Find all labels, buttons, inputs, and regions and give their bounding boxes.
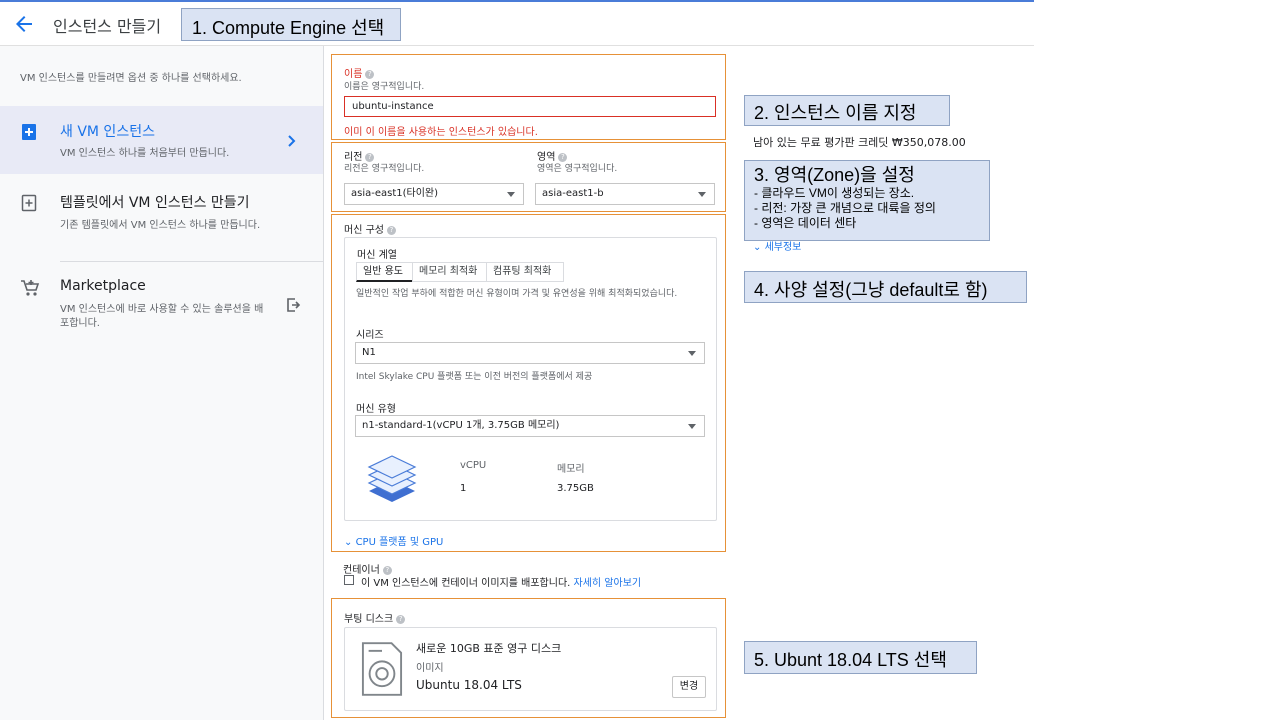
machine-type-value: n1-standard-1(vCPU 1개, 3.75GB 메모리)	[362, 420, 560, 431]
callout-spec: 4. 사양 설정(그냥 default로 함)	[744, 271, 1027, 303]
callout-3-line: - 영역은 데이터 센타	[754, 216, 857, 230]
callout-4-text: 4. 사양 설정(그냥 default로 함)	[754, 280, 988, 300]
dropdown-caret-icon	[698, 192, 706, 197]
chevron-down-icon: ⌄	[753, 242, 765, 253]
machine-card: 머신 계열 일반 용도 메모리 최적화 컴퓨팅 최적화 일반적인 작업 부하에 …	[344, 237, 717, 521]
chevron-right-icon	[288, 135, 296, 147]
sidebar-item-label: 템플릿에서 VM 인스턴스 만들기	[60, 195, 250, 211]
machine-family-tabs: 일반 용도 메모리 최적화 컴퓨팅 최적화	[356, 262, 566, 282]
callout-5-text: 5. Ubunt 18.04 LTS 선택	[754, 650, 947, 670]
chevron-down-icon: ⌄	[344, 537, 356, 548]
exit-icon	[287, 298, 301, 312]
disk-icon	[361, 642, 403, 696]
callout-2-text: 2. 인스턴스 이름 지정	[754, 103, 917, 123]
sidebar-item-new-vm[interactable]: 새 VM 인스턴스 VM 인스턴스 하나를 처음부터 만듭니다.	[0, 106, 323, 174]
sidebar-divider	[60, 261, 323, 262]
callout-1-text: 1. Compute Engine 선택	[192, 18, 385, 38]
series-select[interactable]: N1	[355, 342, 705, 364]
callout-ubuntu: 5. Ubunt 18.04 LTS 선택	[744, 641, 977, 674]
tab-general-purpose[interactable]: 일반 용도	[356, 262, 413, 282]
series-label: 시리즈	[356, 330, 384, 341]
image-value: Ubuntu 18.04 LTS	[416, 678, 522, 692]
vcpu-value: 1	[460, 483, 467, 494]
region-note: 리전은 영구적입니다.	[344, 164, 425, 174]
machine-type-select[interactable]: n1-standard-1(vCPU 1개, 3.75GB 메모리)	[355, 415, 705, 437]
help-icon[interactable]: ?	[396, 614, 406, 624]
help-icon[interactable]: ?	[365, 69, 375, 79]
sidebar-item-label: Marketplace	[60, 278, 146, 294]
tab-compute-optimized[interactable]: 컴퓨팅 최적화	[486, 262, 564, 282]
sidebar-item-desc: VM 인스턴스 하나를 처음부터 만듭니다.	[60, 148, 230, 159]
boot-disk-label: 부팅 디스크	[344, 614, 394, 625]
callout-compute-engine: 1. Compute Engine 선택	[181, 8, 401, 41]
memory-value: 3.75GB	[557, 483, 594, 494]
name-input[interactable]: ubuntu-instance	[344, 96, 716, 117]
boot-disk-section: 부팅 디스크? 새로운 10GB 표준 영구 디스크 이미지 Ubuntu 18…	[331, 598, 726, 718]
top-bar: 인스턴스 만들기	[0, 0, 1034, 46]
machine-title: 머신 구성	[344, 225, 384, 236]
details-link[interactable]: ⌄ 세부정보	[753, 238, 801, 253]
change-button-label: 변경	[679, 681, 699, 692]
sidebar: VM 인스턴스를 만들려면 옵션 중 하나를 선택하세요. 새 VM 인스턴스 …	[0, 46, 324, 720]
help-icon[interactable]: ?	[386, 225, 396, 235]
container-checkbox-label: 이 VM 인스턴스에 컨테이너 이미지를 배포합니다.	[361, 578, 571, 589]
boot-disk-title: 새로운 10GB 표준 영구 디스크	[416, 642, 562, 655]
series-value: N1	[362, 347, 376, 358]
machine-title-row: 머신 구성?	[344, 221, 396, 236]
zone-select[interactable]: asia-east1-b	[535, 183, 715, 205]
layers-icon	[367, 455, 417, 502]
back-arrow-icon[interactable]	[12, 12, 36, 36]
memory-header: 메모리	[557, 464, 585, 475]
sidebar-item-desc: 기존 템플릿에서 VM 인스턴스 하나를 만듭니다.	[60, 220, 261, 231]
template-add-icon	[21, 194, 37, 212]
boot-disk-card: 새로운 10GB 표준 영구 디스크 이미지 Ubuntu 18.04 LTS …	[344, 627, 717, 711]
region-select[interactable]: asia-east1(타이완)	[344, 183, 524, 205]
series-desc: Intel Skylake CPU 플랫폼 또는 이전 버전의 플랫폼에서 제공	[356, 372, 593, 382]
sidebar-item-desc: VM 인스턴스에 바로 사용할 수 있는 솔루션을 배포합니다.	[60, 304, 264, 329]
callout-instance-name: 2. 인스턴스 이름 지정	[744, 95, 950, 126]
free-credit-text: 남아 있는 무료 평가판 크레딧 ₩350,078.00	[753, 136, 966, 149]
callout-zone: 3. 영역(Zone)을 설정 - 클라우드 VM이 생성되는 장소. - 리전…	[744, 160, 990, 241]
image-label: 이미지	[416, 663, 444, 674]
callout-3-title: 3. 영역(Zone)을 설정	[754, 165, 915, 185]
cpu-gpu-link-label: CPU 플랫폼 및 GPU	[355, 537, 444, 548]
callout-3-line: - 클라우드 VM이 생성되는 장소.	[754, 186, 915, 200]
learn-more-link[interactable]: 자세히 알아보기	[574, 578, 642, 589]
region-value: asia-east1(타이완)	[351, 188, 439, 199]
vcpu-header: vCPU	[460, 460, 487, 471]
machine-family-desc: 일반적인 작업 부하에 적합한 머신 유형이며 가격 및 유연성을 위해 최적화…	[356, 289, 678, 299]
machine-type-label: 머신 유형	[356, 404, 396, 415]
callout-3-line: - 리전: 가장 큰 개념으로 대륙을 정의	[754, 201, 936, 215]
zone-note: 영역은 영구적입니다.	[537, 164, 618, 174]
zone-value: asia-east1-b	[542, 188, 604, 199]
container-checkbox[interactable]	[344, 575, 354, 585]
tab-memory-optimized[interactable]: 메모리 최적화	[412, 262, 487, 282]
cart-icon	[21, 280, 40, 296]
machine-family-label: 머신 계열	[357, 250, 397, 261]
sidebar-intro: VM 인스턴스를 만들려면 옵션 중 하나를 선택하세요.	[20, 73, 242, 84]
dropdown-caret-icon	[688, 351, 696, 356]
dropdown-caret-icon	[688, 424, 696, 429]
boot-disk-label-row: 부팅 디스크?	[344, 610, 406, 625]
name-section: 이름? 이름은 영구적입니다. ubuntu-instance 이미 이 이름을…	[331, 54, 726, 140]
sidebar-item-from-template[interactable]: 템플릿에서 VM 인스턴스 만들기 기존 템플릿에서 VM 인스턴스 하나를 만…	[0, 182, 323, 258]
name-label-row: 이름?	[344, 65, 375, 80]
page-title: 인스턴스 만들기	[53, 17, 162, 36]
change-image-button[interactable]: 변경	[672, 676, 706, 698]
name-note: 이름은 영구적입니다.	[344, 82, 425, 92]
name-input-value: ubuntu-instance	[352, 101, 434, 112]
dropdown-caret-icon	[507, 192, 515, 197]
add-box-icon	[22, 124, 36, 140]
sidebar-item-label: 새 VM 인스턴스	[60, 124, 155, 140]
details-link-label: 세부정보	[764, 242, 802, 253]
name-error: 이미 이 이름을 사용하는 인스턴스가 있습니다.	[344, 127, 538, 138]
region-section: 리전? 리전은 영구적입니다. asia-east1(타이완) 영역? 영역은 …	[331, 142, 726, 212]
container-checkbox-row: 이 VM 인스턴스에 컨테이너 이미지를 배포합니다. 자세히 알아보기	[361, 574, 641, 589]
machine-section: 머신 구성? 머신 계열 일반 용도 메모리 최적화 컴퓨팅 최적화 일반적인 …	[331, 214, 726, 552]
cpu-gpu-link[interactable]: ⌄ CPU 플랫폼 및 GPU	[344, 533, 443, 548]
sidebar-item-marketplace[interactable]: Marketplace VM 인스턴스에 바로 사용할 수 있는 솔루션을 배포…	[0, 268, 323, 348]
